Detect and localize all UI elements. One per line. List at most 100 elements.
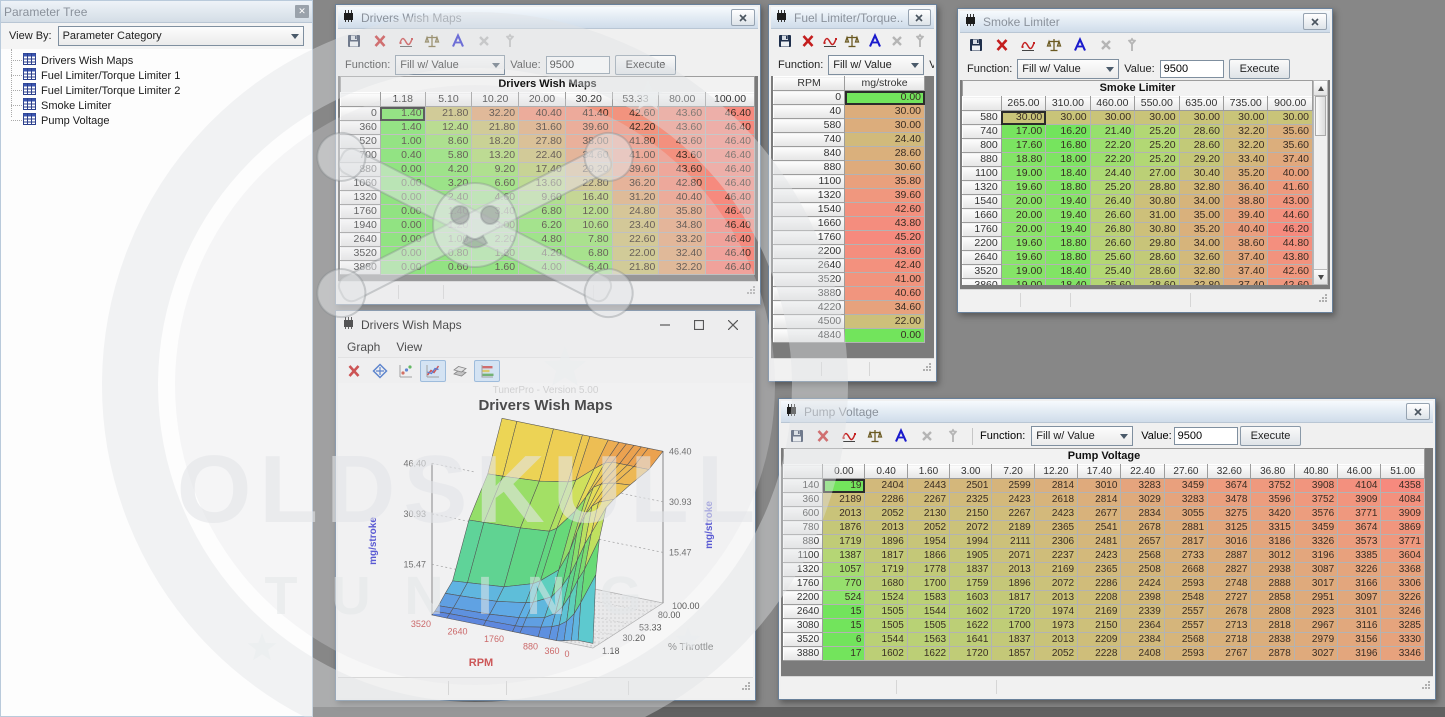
table-cell[interactable]: 30.00: [1135, 111, 1179, 125]
row-header[interactable]: 1320: [784, 563, 823, 577]
table-cell[interactable]: 43.00: [1268, 195, 1313, 209]
table-cell[interactable]: 2508: [1121, 563, 1164, 577]
sidebar-item-fuel-limiter-torque-limiter-1[interactable]: Fuel Limiter/Torque Limiter 1: [23, 68, 312, 83]
table-cell[interactable]: 2013: [823, 507, 865, 521]
table-cell[interactable]: 22.00: [612, 247, 659, 261]
view-by-dropdown[interactable]: Parameter Category: [58, 26, 304, 46]
execute-button[interactable]: Execute: [1240, 426, 1302, 446]
row-header[interactable]: 0: [341, 107, 381, 121]
table-cell[interactable]: 3326: [1294, 535, 1337, 549]
table-cell[interactable]: 4.80: [519, 233, 566, 247]
table-cell[interactable]: 1837: [992, 633, 1034, 647]
menu-view[interactable]: View: [396, 340, 422, 354]
table-cell[interactable]: 3908: [1294, 479, 1337, 493]
table-cell[interactable]: 2678: [1121, 521, 1164, 535]
table-cell[interactable]: 44.60: [1268, 209, 1313, 223]
table-cell[interactable]: 2678: [1208, 605, 1251, 619]
table-cell[interactable]: 2808: [1251, 605, 1294, 619]
save-icon[interactable]: [964, 35, 988, 55]
table-cell[interactable]: 30.00: [1268, 111, 1313, 125]
row-header[interactable]: 1100: [784, 549, 823, 563]
table-cell[interactable]: 43.80: [845, 217, 925, 231]
table-cell[interactable]: 3186: [1251, 535, 1294, 549]
function-dropdown[interactable]: Fill w/ Value: [395, 55, 505, 75]
table-cell[interactable]: 2150: [1078, 619, 1121, 633]
table-cell[interactable]: 21.80: [425, 107, 472, 121]
table-cell[interactable]: 2858: [1251, 591, 1294, 605]
table-cell[interactable]: 2548: [1164, 591, 1207, 605]
scatter-icon[interactable]: [394, 361, 418, 381]
table-cell[interactable]: 16.40: [565, 191, 612, 205]
table-cell[interactable]: 3166: [1338, 577, 1381, 591]
table-cell[interactable]: 1622: [907, 647, 949, 661]
column-header[interactable]: 30.20: [565, 93, 612, 107]
table-cell[interactable]: 1505: [907, 619, 949, 633]
table-cell[interactable]: 0.00: [380, 247, 425, 261]
normalize-icon[interactable]: [865, 31, 885, 51]
table-cell[interactable]: 43.60: [659, 121, 706, 135]
table-cell[interactable]: 17: [823, 647, 865, 661]
row-header[interactable]: 1100: [963, 167, 1002, 181]
table-cell[interactable]: 4084: [1381, 493, 1425, 507]
row-header[interactable]: 1660: [774, 217, 845, 231]
table-cell[interactable]: 4.20: [425, 163, 472, 177]
table-cell[interactable]: 0.40: [380, 149, 425, 163]
value-input[interactable]: [1174, 427, 1238, 445]
table-cell[interactable]: 45.20: [845, 231, 925, 245]
table-cell[interactable]: 46.20: [1268, 223, 1313, 237]
table-cell[interactable]: 3055: [1164, 507, 1207, 521]
table-cell[interactable]: 3604: [1381, 549, 1425, 563]
table-cell[interactable]: 2013: [1034, 591, 1077, 605]
table-cell[interactable]: 37.40: [1268, 153, 1313, 167]
table-cell[interactable]: 0.00: [380, 219, 425, 233]
table-cell[interactable]: 2767: [1208, 647, 1251, 661]
minimize-button[interactable]: [648, 314, 682, 336]
line-icon[interactable]: [420, 360, 446, 382]
row-header[interactable]: 1760: [341, 205, 381, 219]
row-header[interactable]: 1760: [774, 231, 845, 245]
table-cell[interactable]: 4104: [1338, 479, 1381, 493]
close-button[interactable]: [1303, 13, 1327, 30]
table-cell[interactable]: 1057: [823, 563, 865, 577]
table-cell[interactable]: 29.80: [1135, 237, 1179, 251]
table-cell[interactable]: 19.60: [1001, 237, 1045, 251]
table-cell[interactable]: 3226: [1381, 591, 1425, 605]
table-cell[interactable]: 35.20: [1224, 167, 1268, 181]
table-cell[interactable]: 3283: [1121, 479, 1164, 493]
resize-grip[interactable]: [746, 282, 756, 300]
table-cell[interactable]: 2052: [907, 521, 949, 535]
table-cell[interactable]: 25.20: [1135, 153, 1179, 167]
table-cell[interactable]: 41.00: [612, 149, 659, 163]
menu-graph[interactable]: Graph: [347, 340, 380, 354]
pan-icon[interactable]: [368, 361, 392, 381]
column-header[interactable]: 27.60: [1164, 465, 1207, 479]
table-cell[interactable]: 6.60: [472, 177, 519, 191]
column-header[interactable]: 1.18: [380, 93, 425, 107]
table-cell[interactable]: 7.80: [565, 233, 612, 247]
table-cell[interactable]: 39.60: [845, 189, 925, 203]
table-cell[interactable]: 2013: [992, 563, 1034, 577]
table-cell[interactable]: 2339: [1121, 605, 1164, 619]
row-header[interactable]: 1540: [774, 203, 845, 217]
delete-icon[interactable]: [811, 426, 835, 446]
table-cell[interactable]: 25.20: [1135, 139, 1179, 153]
table-cell[interactable]: 2677: [1078, 507, 1121, 521]
table-cell[interactable]: 0.00: [380, 177, 425, 191]
table-cell[interactable]: 24.40: [1090, 167, 1134, 181]
table-cell[interactable]: 3315: [1251, 521, 1294, 535]
table-cell[interactable]: 39.60: [612, 163, 659, 177]
table-cell[interactable]: 46.40: [706, 191, 755, 205]
table-cell[interactable]: 30.40: [1179, 167, 1223, 181]
column-header[interactable]: 460.00: [1090, 97, 1134, 111]
row-header[interactable]: 40: [774, 105, 845, 119]
trace-icon[interactable]: [837, 426, 861, 446]
table-cell[interactable]: 34.60: [565, 149, 612, 163]
table-cell[interactable]: 46.40: [706, 261, 755, 275]
table-cell[interactable]: 3385: [1338, 549, 1381, 563]
trace-icon[interactable]: [820, 31, 840, 51]
save-icon[interactable]: [785, 426, 809, 446]
table-cell[interactable]: 3196: [1338, 647, 1381, 661]
table-cell[interactable]: 1720: [992, 605, 1034, 619]
column-header[interactable]: 20.00: [519, 93, 566, 107]
table-cell[interactable]: 2817: [1164, 535, 1207, 549]
